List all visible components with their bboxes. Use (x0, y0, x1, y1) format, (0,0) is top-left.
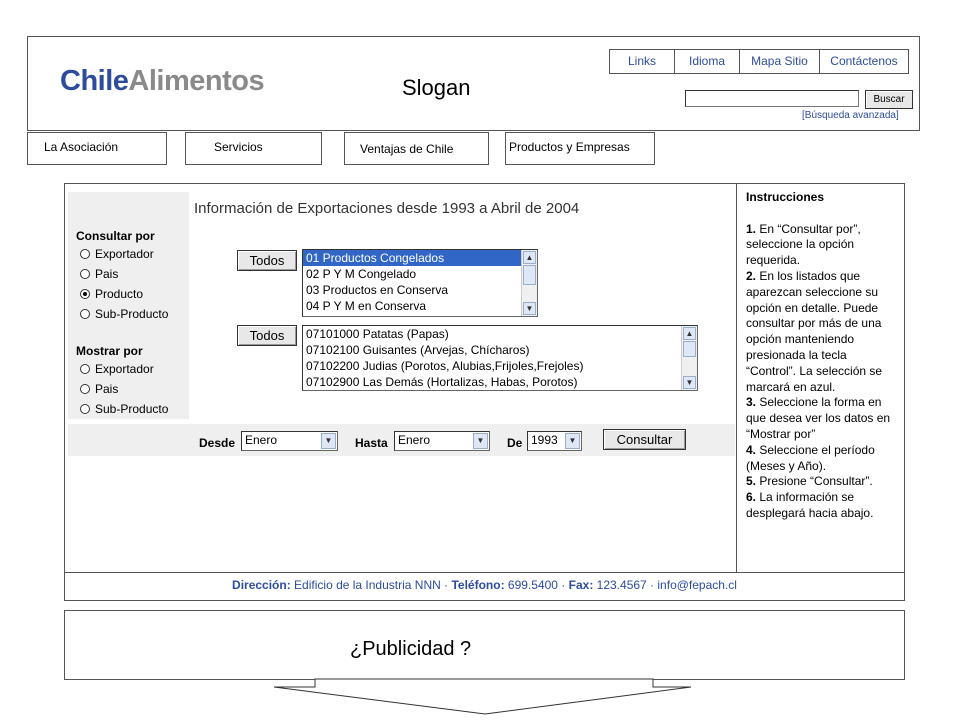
todos-button-categories[interactable]: Todos (237, 250, 297, 271)
scroll-down-icon[interactable]: ▼ (683, 376, 696, 389)
list-item[interactable]: 04 P Y M en Conserva (303, 298, 537, 314)
radio-mostrar-sub-producto[interactable]: Sub-Producto (80, 400, 168, 418)
de-label: De (507, 436, 523, 450)
radio-mostrar-exportador[interactable]: Exportador (80, 360, 154, 378)
radio-consultar-exportador[interactable]: Exportador (80, 245, 154, 263)
page-title: Información de Exportaciones desde 1993 … (194, 200, 580, 217)
nav-tab-la-asociacion[interactable]: La Asociación (27, 132, 167, 165)
chevron-down-icon[interactable]: ▼ (473, 433, 488, 449)
email-link[interactable]: info@fepach.cl (657, 578, 737, 592)
radio-button[interactable] (80, 269, 90, 279)
list-item[interactable]: 07102200 Judias (Porotos, Alubias,Frijol… (303, 358, 697, 374)
nav-tab-servicios[interactable]: Servicios (185, 132, 322, 165)
mostrar-por-title: Mostrar por (76, 344, 143, 358)
instruction-step: 1. En “Consultar por”, seleccione la opc… (746, 221, 861, 268)
list-item[interactable]: 02 P Y M Congelado (303, 266, 537, 282)
link-contactenos[interactable]: Contáctenos (819, 50, 908, 73)
radio-consultar-sub-producto[interactable]: Sub-Producto (80, 305, 168, 323)
site-footer: Dirección: Edificio de la Industria NNN … (232, 578, 737, 592)
scroll-thumb[interactable] (523, 265, 536, 285)
chevron-down-icon[interactable]: ▼ (565, 433, 580, 449)
instruction-step: 4. Seleccione el período (Meses y Año). (746, 442, 875, 473)
search-button[interactable]: Buscar (865, 90, 913, 109)
nav-tab-ventajas-de-chile[interactable]: Ventajas de Chile (344, 132, 489, 165)
radio-mostrar-pais[interactable]: Pais (80, 380, 118, 398)
radio-button-selected[interactable] (80, 289, 90, 299)
scroll-up-icon[interactable]: ▲ (523, 251, 536, 264)
instructions-panel: Instrucciones 1. En “Consultar por”, sel… (746, 190, 896, 522)
instruction-step: 6. La información se desplegará hacia ab… (746, 490, 874, 520)
link-mapa-sitio[interactable]: Mapa Sitio (739, 50, 819, 73)
link-links[interactable]: Links (610, 50, 674, 73)
nav-tab-productos-y-empresas[interactable]: Productos y Empresas (505, 132, 655, 165)
list-item[interactable]: 03 Productos en Conserva (303, 282, 537, 298)
desde-month-select[interactable]: Enero ▼ (241, 431, 338, 451)
desde-label: Desde (199, 436, 236, 450)
list-item[interactable]: 07102100 Guisantes (Arvejas, Chícharos) (303, 342, 697, 358)
list-item[interactable]: 07101000 Patatas (Papas) (303, 326, 697, 342)
link-idioma[interactable]: Idioma (674, 50, 739, 73)
ad-banner (64, 610, 905, 680)
list-item[interactable]: 07102900 Las Demás (Hortalizas, Habas, P… (303, 374, 697, 390)
chevron-down-icon[interactable]: ▼ (321, 433, 336, 449)
radio-button[interactable] (80, 364, 90, 374)
year-select[interactable]: 1993 ▼ (527, 431, 582, 451)
instruction-step: 5. Presione “Consultar”. (746, 474, 873, 489)
top-links: Links Idioma Mapa Sitio Contáctenos (609, 49, 909, 74)
instruction-step: 2. En los listados que aparezcan selecci… (746, 268, 883, 394)
category-listbox[interactable]: 01 Productos Congelados 02 P Y M Congela… (302, 249, 538, 317)
ad-text: ¿Publicidad ? (350, 638, 472, 660)
scrollbar[interactable]: ▲ ▼ (681, 326, 697, 390)
instruction-step: 3. Seleccione la forma en que desea ver … (746, 395, 891, 441)
instructions-title: Instrucciones (746, 190, 825, 204)
product-listbox[interactable]: 07101000 Patatas (Papas) 07102100 Guisan… (302, 325, 698, 391)
radio-button[interactable] (80, 404, 90, 414)
radio-button[interactable] (80, 309, 90, 319)
site-logo[interactable]: ChileAlimentos (60, 65, 265, 98)
down-arrow-icon (273, 678, 692, 715)
todos-button-products[interactable]: Todos (237, 325, 297, 346)
slogan: Slogan (402, 75, 471, 100)
search-input[interactable] (685, 90, 859, 107)
radio-button[interactable] (80, 384, 90, 394)
advanced-search-link[interactable]: [Búsqueda avanzada] (802, 110, 899, 121)
consultar-button[interactable]: Consultar (603, 429, 686, 450)
scroll-up-icon[interactable]: ▲ (683, 327, 696, 340)
hasta-label: Hasta (355, 436, 388, 450)
list-item[interactable]: 01 Productos Congelados (303, 250, 537, 266)
scroll-down-icon[interactable]: ▼ (523, 302, 536, 315)
radio-button[interactable] (80, 249, 90, 259)
footer-divider (64, 572, 905, 573)
radio-consultar-producto[interactable]: Producto (80, 285, 143, 303)
hasta-month-select[interactable]: Enero ▼ (394, 431, 490, 451)
scroll-thumb[interactable] (683, 341, 696, 357)
radio-consultar-pais[interactable]: Pais (80, 265, 118, 283)
main-divider (736, 183, 737, 573)
scrollbar[interactable]: ▲ ▼ (521, 250, 537, 316)
site-header: ChileAlimentos Slogan Links Idioma Mapa … (27, 36, 920, 131)
consultar-por-title: Consultar por (76, 229, 155, 243)
